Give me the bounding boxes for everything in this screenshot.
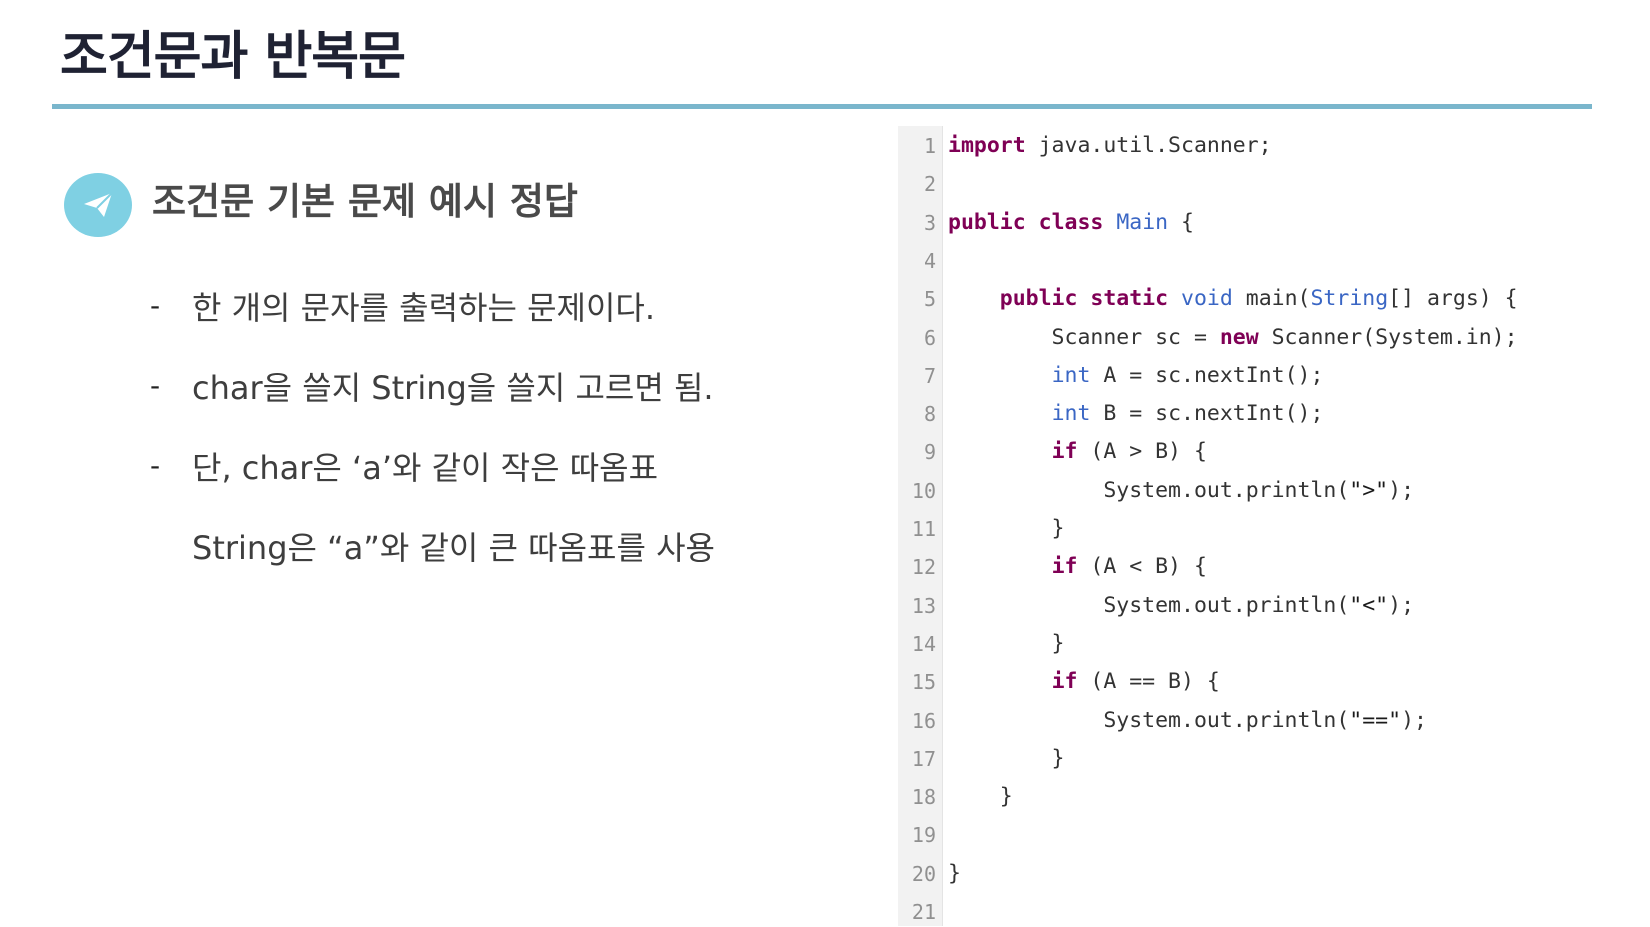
code-line: } <box>948 782 1013 812</box>
line-number: 1 <box>923 134 936 158</box>
line-number: 3 <box>923 210 936 235</box>
code-token: } <box>948 784 1013 810</box>
code-token: class <box>1038 209 1104 235</box>
code-token: System.out.println( <box>948 707 1350 733</box>
code-line: } <box>948 859 961 889</box>
code-token: A = sc.nextInt(); <box>1090 362 1324 388</box>
code-line: int A = sc.nextInt(); <box>948 361 1324 391</box>
code-token: static <box>1090 286 1169 312</box>
bullet-dash: - <box>150 449 161 482</box>
line-number: 21 <box>911 900 936 924</box>
code-token: int <box>1051 401 1091 427</box>
line-number: 12 <box>911 555 936 580</box>
section-title: 조건문 기본 문제 예시 정답 <box>152 180 578 223</box>
code-token: } <box>948 745 1065 771</box>
code-token: } <box>948 630 1065 656</box>
code-token: String <box>1310 286 1389 312</box>
code-token: Scanner(System.in); <box>1258 324 1518 350</box>
code-token: Scanner sc = <box>948 324 1220 350</box>
line-number: 4 <box>923 248 936 273</box>
code-line: Scanner sc = new Scanner(System.in); <box>948 323 1518 353</box>
code-token: public <box>999 286 1078 312</box>
code-token: java.util.Scanner; <box>1025 133 1272 158</box>
line-number: 11 <box>911 517 936 541</box>
code-token: "==" <box>1349 707 1402 733</box>
code-line: import java.util.Scanner; <box>948 131 1272 161</box>
line-number: 20 <box>911 861 936 886</box>
title-underline <box>52 104 1592 109</box>
code-token: B = sc.nextInt(); <box>1090 401 1324 427</box>
code-line: System.out.println("<"); <box>948 591 1414 621</box>
code-token: "<" <box>1349 592 1389 618</box>
code-token: if <box>1051 554 1078 580</box>
code-token: System.out.println( <box>948 477 1350 503</box>
code-line: } <box>948 744 1065 774</box>
code-token: main( <box>1232 286 1311 312</box>
code-token: { <box>1168 209 1194 235</box>
code-line: if (A < B) { <box>948 552 1207 582</box>
slide-title: 조건문과 반복문 <box>60 27 406 87</box>
code-token: int <box>1051 362 1091 388</box>
code-line: if (A == B) { <box>948 667 1220 697</box>
section-icon-badge <box>64 173 132 237</box>
code-token: ); <box>1401 707 1427 733</box>
bullet-dash: - <box>150 369 161 402</box>
code-token: import <box>948 133 1026 158</box>
code-token: (A < B) { <box>1077 554 1207 580</box>
line-number: 5 <box>923 287 936 312</box>
line-number: 10 <box>911 478 936 503</box>
code-token: if <box>1051 439 1078 465</box>
line-number: 6 <box>923 325 936 350</box>
code-line: System.out.println(">"); <box>948 476 1414 506</box>
code-token: ">" <box>1349 477 1389 503</box>
code-token: public <box>948 209 1026 235</box>
code-token: [] args) { <box>1388 286 1518 312</box>
code-token: (A > B) { <box>1077 439 1207 465</box>
line-number: 14 <box>911 631 936 656</box>
code-token: } <box>948 516 1065 541</box>
code-token: void <box>1181 286 1233 312</box>
code-token: (A == B) { <box>1077 669 1220 695</box>
bullet-dash: - <box>150 289 161 322</box>
code-line: } <box>948 629 1065 659</box>
bullet-text: char을 쓸지 String을 쓸지 고르면 됨. <box>192 369 714 407</box>
bullet-text: String은 “a”와 같이 큰 따옴표를 사용 <box>192 529 715 567</box>
bullet-text: 단, char은 ‘a’와 같이 작은 따옴표 <box>192 449 659 487</box>
line-number: 16 <box>911 708 936 733</box>
code-token: ); <box>1388 592 1415 618</box>
line-number: 19 <box>911 823 936 848</box>
code-token: } <box>948 860 961 886</box>
line-number: 18 <box>911 785 936 810</box>
line-number: 2 <box>923 172 936 197</box>
line-number: 7 <box>923 363 936 388</box>
line-number: 13 <box>911 593 936 618</box>
line-number: 15 <box>911 670 936 695</box>
code-token: Main <box>1116 209 1169 235</box>
code-line: } <box>948 514 1065 544</box>
code-token: new <box>1219 324 1259 350</box>
code-line: if (A > B) { <box>948 437 1207 467</box>
line-number: 8 <box>923 402 936 427</box>
line-number: 9 <box>923 440 936 465</box>
code-token: System.out.println( <box>948 592 1350 618</box>
code-line: int B = sc.nextInt(); <box>948 399 1324 429</box>
paper-plane-icon <box>84 192 113 217</box>
code-line: public static void main(String[] args) { <box>948 284 1518 314</box>
code-line: System.out.println("=="); <box>948 706 1427 736</box>
code-token: if <box>1051 669 1078 695</box>
code-token: ); <box>1388 477 1415 503</box>
code-line: public class Main { <box>948 208 1194 238</box>
line-number: 17 <box>911 746 936 771</box>
bullet-text: 한 개의 문자를 출력하는 문제이다. <box>192 289 656 327</box>
